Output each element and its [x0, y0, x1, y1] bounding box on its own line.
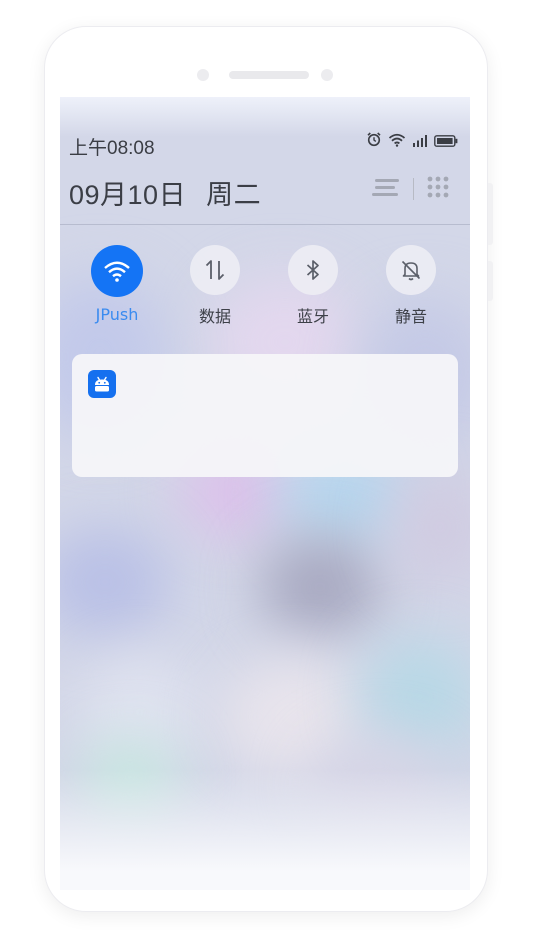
date-text: 09月10日 [69, 180, 187, 210]
signal-icon [412, 132, 428, 151]
power-button [488, 183, 493, 245]
alarm-icon [366, 131, 382, 151]
data-transfer-icon[interactable] [190, 245, 240, 295]
header-separator [413, 178, 414, 200]
date-header: 09月10日 周二 [69, 173, 261, 212]
notification-shade: 上午08:08 09月10日 周二 JPush 数据 蓝牙 静音 [60, 97, 470, 890]
toggle-bluetooth-label: 蓝牙 [296, 307, 329, 326]
wifi-icon[interactable] [91, 245, 143, 297]
toggle-jpush[interactable]: JPush [77, 245, 157, 325]
toggle-bluetooth[interactable]: 蓝牙 [273, 245, 353, 326]
weekday-text: 周二 [206, 180, 262, 210]
earpiece-speaker [229, 71, 309, 79]
wifi-icon [388, 132, 406, 151]
volume-button [488, 261, 493, 301]
sensor-left [197, 69, 209, 81]
bluetooth-icon[interactable] [288, 245, 338, 295]
battery-icon [434, 132, 458, 151]
front-camera [321, 69, 333, 81]
header-actions [371, 175, 450, 203]
bell-mute-icon[interactable] [386, 245, 436, 295]
status-icons [366, 131, 458, 151]
toggle-silent[interactable]: 静音 [371, 245, 451, 326]
android-icon [88, 370, 116, 398]
toggle-silent-label: 静音 [394, 307, 427, 326]
notification-list-icon[interactable] [371, 176, 401, 202]
status-time: 上午08:08 [69, 138, 155, 159]
notification-card[interactable] [72, 354, 458, 477]
toggle-jpush-label: JPush [95, 305, 139, 324]
grid-apps-icon[interactable] [426, 175, 450, 203]
toggle-data-label: 数据 [198, 307, 231, 326]
toggle-data[interactable]: 数据 [175, 245, 255, 326]
header-divider [60, 224, 470, 225]
